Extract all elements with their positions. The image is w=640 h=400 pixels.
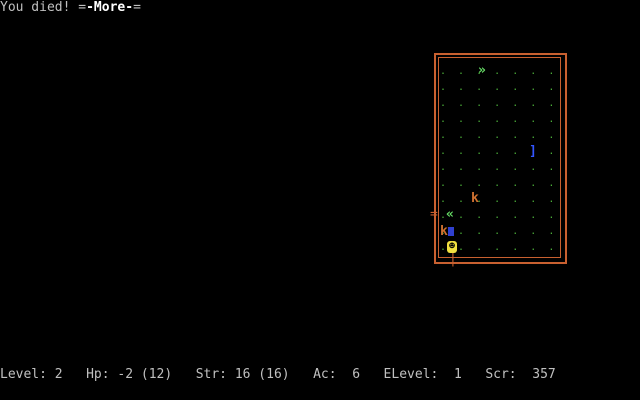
door-bottom-icon: | (449, 252, 457, 267)
floor-row: . . . . . . . . . . . . . . . . . . . (440, 226, 555, 237)
floor-row: . . . . . . . . . . . . . . . . . . . (440, 194, 555, 205)
floor-row: . . . . . . . . . . . . . . . . . . . (440, 162, 555, 173)
floor-row: . . . . . . . . . . . . . . . . . . . (440, 210, 555, 221)
armor-item-icon[interactable]: ] (529, 144, 537, 160)
message-line: You died! =-More-= (0, 0, 141, 16)
status-str: Str: 16 (16) (195, 367, 290, 382)
door-icon: = (430, 207, 438, 222)
floor-row: . . . . . . . . . . . . . . . . . . . (440, 98, 555, 109)
death-message: You died! = (0, 0, 87, 15)
monster-kobold[interactable]: k (440, 224, 448, 240)
stairs-down-icon[interactable]: « (446, 207, 454, 223)
stairs-up-icon[interactable]: » (478, 63, 486, 79)
more-prompt-tail: = (133, 0, 141, 15)
floor-row: . . . . . . . . . . . . . . . . . . . (440, 242, 555, 250)
status-elevel: ELevel: 1 (383, 367, 462, 382)
status-score: Scr: 357 (485, 367, 556, 382)
status-ac: Ac: 6 (313, 367, 361, 382)
floor-row: . . . . . . . . . . . . . . . . . . . (440, 130, 555, 141)
floor-row: . . . . . . . . . . . . . . . . . . . (440, 146, 555, 157)
status-bar: Level: 2 Hp: -2 (12) Str: 16 (16) Ac: 6 … (0, 367, 556, 383)
room-floor: . . . . . . . . . . . . . . . . . . . . .… (440, 64, 558, 250)
floor-row: . . . . . . . . . . . . . . . . . . . (440, 66, 555, 77)
monster-kobold[interactable]: k (471, 191, 479, 207)
floor-row: . . . . . . . . . . . . . . . . . . . (440, 114, 555, 125)
blue-item-icon[interactable] (448, 227, 454, 236)
floor-row: . . . . . . . . . . . . . . . . . . . (440, 178, 555, 189)
more-prompt[interactable]: -More- (86, 0, 133, 15)
status-level: Level: 2 (0, 367, 63, 382)
status-hp: Hp: -2 (12) (86, 367, 173, 382)
floor-row: . . . . . . . . . . . . . . . . . . . (440, 82, 555, 93)
